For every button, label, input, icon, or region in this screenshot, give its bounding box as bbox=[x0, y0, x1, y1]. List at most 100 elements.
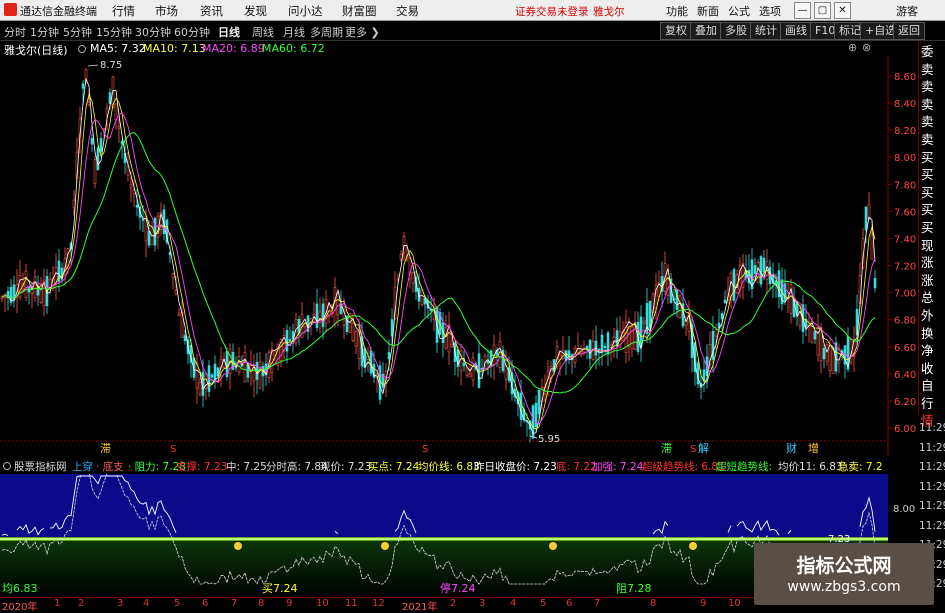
candle-body bbox=[498, 341, 502, 368]
side-tab[interactable]: 卖一 bbox=[921, 131, 945, 164]
candle-body bbox=[723, 299, 727, 304]
tongji-button[interactable]: 统计 bbox=[750, 22, 782, 40]
candle-body bbox=[93, 159, 97, 185]
period-more[interactable]: 更多 ❯ bbox=[345, 24, 380, 40]
side-tab[interactable]: 收益 bbox=[921, 359, 945, 393]
candle-body bbox=[96, 147, 100, 171]
candle-body bbox=[237, 356, 241, 373]
circle-plus-icon[interactable]: ⊕ bbox=[848, 41, 857, 54]
period-30min[interactable]: 30分钟 bbox=[135, 24, 171, 40]
huaxian-button[interactable]: 画线 bbox=[780, 22, 812, 40]
candle-body bbox=[102, 127, 106, 130]
candle-body bbox=[99, 138, 103, 152]
period-15min[interactable]: 15分钟 bbox=[96, 24, 132, 40]
side-tab[interactable]: 卖五 bbox=[921, 60, 945, 94]
indicator-item: 急卖: 7.2 bbox=[838, 461, 883, 473]
candle-body bbox=[837, 348, 841, 364]
time-label: 11:29 bbox=[919, 461, 945, 473]
ma20-value: MA20: 6.89 bbox=[202, 42, 265, 55]
diejia-button[interactable]: 叠加 bbox=[690, 22, 722, 40]
side-tab[interactable]: 买一 bbox=[921, 148, 945, 182]
time-label: 11:29 bbox=[919, 480, 945, 493]
settings-dot-icon[interactable] bbox=[78, 42, 86, 55]
side-tab[interactable]: 买二 bbox=[921, 166, 945, 199]
period-60min[interactable]: 60分钟 bbox=[174, 24, 210, 40]
candle-body bbox=[87, 102, 91, 105]
candle-body bbox=[828, 344, 832, 371]
candle-body bbox=[213, 363, 217, 381]
candle-body bbox=[678, 295, 682, 319]
circle-x-icon[interactable]: ⊗ bbox=[862, 41, 871, 54]
signal-label: S bbox=[422, 444, 428, 455]
kline-chart[interactable]: 8.60 8.40 8.20 8.00 7.80 7.60 7.40 7.20 7.00 6.80… bbox=[0, 56, 918, 456]
side-tab[interactable]: 现价 bbox=[921, 236, 945, 270]
side-tab[interactable]: 涨跌 bbox=[921, 254, 945, 287]
minimize-button[interactable]: — bbox=[794, 2, 811, 19]
menu-item-xuanxiang[interactable]: 选项 bbox=[759, 3, 781, 19]
candle-body bbox=[135, 204, 139, 208]
candle-body bbox=[258, 361, 262, 389]
close-button[interactable]: ✕ bbox=[834, 2, 851, 19]
indicator-info-bar: 股票指标网 上穿 · 底支 · 阻力: 7.28 支撑: 7.23 中: 7.25 分时高:… bbox=[0, 458, 890, 473]
side-tab[interactable]: 卖三 bbox=[921, 95, 945, 129]
side-tab[interactable]: 买四 bbox=[921, 201, 945, 234]
guest-label[interactable]: 游客 bbox=[896, 3, 918, 19]
high-annotation: 8.75 bbox=[100, 60, 122, 71]
maximize-button[interactable]: ▢ bbox=[814, 2, 831, 19]
period-monthly[interactable]: 月线 bbox=[283, 24, 305, 40]
period-1min[interactable]: 1分钟 bbox=[30, 24, 59, 40]
settings-dot-icon[interactable] bbox=[3, 460, 11, 472]
period-5min[interactable]: 5分钟 bbox=[63, 24, 92, 40]
date-tick: 12 bbox=[372, 598, 385, 609]
side-tab[interactable]: 总量 bbox=[921, 289, 945, 322]
side-tab[interactable]: 买五 bbox=[921, 219, 945, 252]
date-tick: 7 bbox=[231, 598, 238, 609]
watermark-badge: 指标公式网 www.zbgs3.com bbox=[754, 543, 934, 605]
menu-item-gongshi[interactable]: 公式 bbox=[728, 3, 750, 19]
indicator-item: 昨日收盘价: 7.23 bbox=[474, 461, 557, 473]
price-axis: 8.60 8.40 8.20 8.00 7.80 7.60 7.40 7.20 7.00 6.80… bbox=[888, 72, 916, 435]
period-daily[interactable]: 日线 bbox=[218, 24, 240, 40]
date-tick: 4 bbox=[510, 598, 517, 609]
menu-item-gongneng[interactable]: 功能 bbox=[666, 3, 688, 19]
menu-item-shichang[interactable]: 市场 bbox=[155, 3, 178, 19]
candle-body bbox=[468, 373, 472, 378]
price-tick: 6.00 bbox=[894, 424, 916, 435]
side-tab[interactable]: 委比 bbox=[921, 43, 945, 76]
side-tab[interactable]: 卖四 bbox=[921, 78, 945, 111]
fuquan-button[interactable]: 复权 bbox=[660, 22, 692, 40]
candle-body bbox=[873, 278, 877, 289]
menu-item-zixun[interactable]: 资讯 bbox=[200, 3, 223, 19]
menu-item-jiaoyi[interactable]: 交易 bbox=[396, 3, 419, 19]
period-fenshi[interactable]: 分时 bbox=[4, 24, 26, 40]
side-tab[interactable]: 买三 bbox=[921, 183, 945, 217]
candle-body bbox=[390, 319, 394, 337]
side-tab[interactable]: 外盘 bbox=[921, 307, 945, 340]
menu-item-wenxiaoda[interactable]: 问小达 bbox=[288, 3, 323, 19]
menu-item-faxian[interactable]: 发现 bbox=[244, 3, 267, 19]
side-tab[interactable]: 净资 bbox=[921, 342, 945, 375]
indicator-item: · 底支 bbox=[96, 461, 124, 473]
side-tab[interactable]: 行情 bbox=[921, 395, 945, 428]
menu-item-xinmian[interactable]: 新面 bbox=[697, 3, 719, 19]
back-button[interactable]: 返回 bbox=[893, 22, 925, 40]
menu-item-caifuquan[interactable]: 财富圈 bbox=[342, 3, 377, 19]
candle-body bbox=[72, 199, 76, 209]
period-multi[interactable]: 多周期 bbox=[310, 24, 343, 40]
watermark-title: 指标公式网 bbox=[796, 555, 892, 577]
login-notice[interactable]: 证券交易未登录 bbox=[515, 4, 589, 19]
candle-body bbox=[210, 374, 214, 378]
side-tab[interactable]: 自动 bbox=[921, 377, 945, 410]
side-tab[interactable]: 卖二 bbox=[921, 113, 945, 146]
candle-body bbox=[864, 206, 868, 231]
period-weekly[interactable]: 周线 bbox=[252, 24, 274, 40]
indicator-item: 股票指标网 bbox=[14, 461, 67, 473]
side-tab[interactable]: 涨幅 bbox=[921, 271, 945, 305]
candle-body bbox=[174, 290, 178, 295]
duogu-button[interactable]: 多股 bbox=[720, 22, 752, 40]
price-tick: 6.80 bbox=[894, 316, 916, 327]
price-tick: 7.20 bbox=[894, 262, 916, 273]
candle-body bbox=[198, 382, 202, 395]
side-tab[interactable]: 换手 bbox=[921, 324, 945, 358]
menu-item-hangqing[interactable]: 行情 bbox=[112, 3, 135, 19]
